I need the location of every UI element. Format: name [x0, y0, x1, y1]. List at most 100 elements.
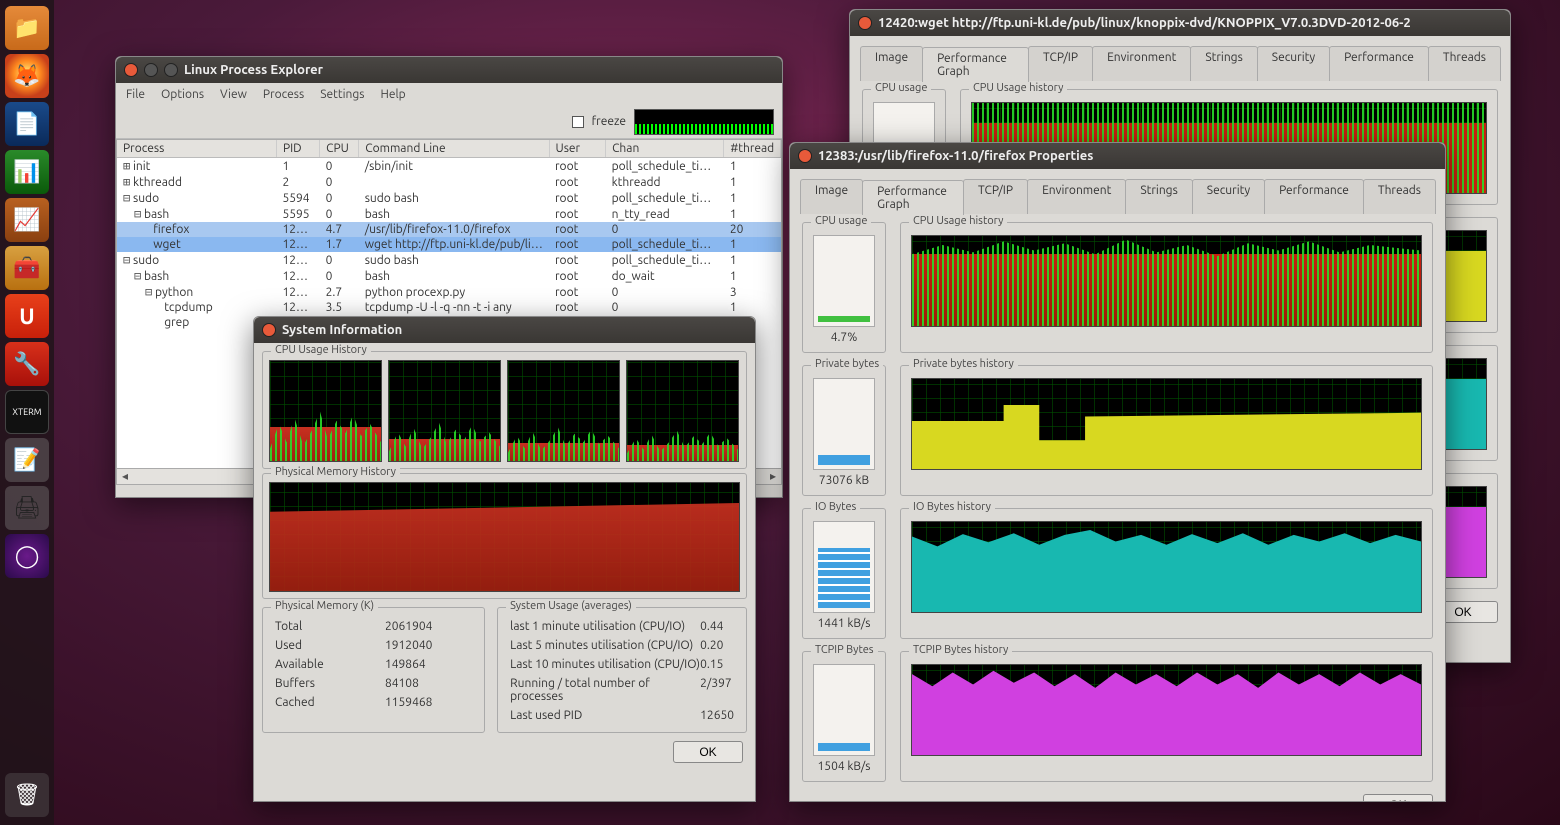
si-titlebar[interactable]: System Information [254, 317, 755, 343]
col-pid[interactable]: PID [276, 140, 319, 158]
tab-image[interactable]: Image [860, 46, 923, 81]
cpu-core0-graph [269, 360, 382, 462]
close-icon[interactable] [262, 323, 276, 337]
col-thread[interactable]: #thread [724, 140, 781, 158]
mem-key: Buffers [275, 677, 385, 690]
launcher-calc-icon[interactable]: 📊 [5, 150, 49, 194]
tab-threads[interactable]: Threads [1428, 46, 1501, 81]
pp1-tabs: Image Performance Graph TCP/IP Environme… [794, 173, 1441, 214]
wget-titlebar[interactable]: 12420:wget http://ftp.uni-kl.de/pub/linu… [850, 10, 1510, 36]
pp1-titlebar[interactable]: 12383:/usr/lib/firefox-11.0/firefox Prop… [790, 143, 1445, 169]
pe-titlebar[interactable]: Linux Process Explorer [116, 57, 782, 83]
launcher-trash-icon[interactable]: 🗑 [5, 773, 49, 817]
group-label: Physical Memory (K) [271, 600, 378, 612]
col-user[interactable]: User [549, 140, 606, 158]
tcpip-bytes-gauge: TCPIP Bytes1504 kB/s [802, 651, 886, 782]
tab-image[interactable]: Image [800, 179, 863, 214]
gauge-value: 4.7% [809, 331, 879, 346]
hist-label: IO Bytes history [909, 501, 995, 513]
group-label: Physical Memory History [271, 466, 400, 478]
sys-key: Last 10 minutes utilisation (CPU/IO) [510, 658, 700, 671]
sys-key: Running / total number of processes [510, 677, 700, 703]
col-process[interactable]: Process [117, 140, 276, 158]
minimize-icon[interactable] [144, 63, 158, 77]
tab-performance[interactable]: Performance [1264, 179, 1364, 214]
pe-menubar: File Options View Process Settings Help [116, 83, 782, 105]
tab-environment[interactable]: Environment [1092, 46, 1191, 81]
process-row[interactable]: ⊟ sudo124940sudo bashrootpoll_schedule_t… [117, 252, 781, 268]
window-title: System Information [282, 323, 402, 337]
process-row[interactable]: ⊞ kthreadd20rootkthreadd1 [117, 174, 781, 190]
mem-key: Total [275, 620, 385, 633]
tab-performance-graph[interactable]: Performance Graph [862, 180, 964, 215]
launcher-xterm-icon[interactable]: XTERM [5, 390, 49, 434]
tab-security[interactable]: Security [1257, 46, 1330, 81]
cpu-history-group: CPU Usage History [262, 351, 747, 469]
mem-history-group: Physical Memory History [262, 473, 747, 599]
tcpip-bytes-history: TCPIP Bytes history [900, 651, 1433, 782]
launcher-settings-icon[interactable]: 🔧 [5, 342, 49, 386]
launcher-impress-icon[interactable]: 📈 [5, 198, 49, 242]
launcher-writer-icon[interactable]: 📄 [5, 102, 49, 146]
tab-tcpip[interactable]: TCP/IP [963, 179, 1028, 214]
col-commandline[interactable]: Command Line [359, 140, 549, 158]
tab-strings[interactable]: Strings [1125, 179, 1192, 214]
tab-threads[interactable]: Threads [1363, 179, 1436, 214]
io-bytes-gauge: IO Bytes1441 kB/s [802, 508, 886, 639]
launcher-files-icon[interactable]: 📁 [5, 6, 49, 50]
launcher-firefox-icon[interactable]: 🦊 [5, 54, 49, 98]
launcher-software-icon[interactable]: 🧰 [5, 246, 49, 290]
launcher-print-icon[interactable]: 🖨 [5, 486, 49, 530]
menu-help[interactable]: Help [380, 88, 405, 101]
launcher-text-icon[interactable]: 📝 [5, 438, 49, 482]
ok-button[interactable]: OK [1363, 794, 1433, 801]
system-info-window: System Information CPU Usage History Phy… [253, 316, 756, 802]
launcher-eclipse-icon[interactable]: ◯ [5, 534, 49, 578]
scroll-right-icon[interactable]: ▸ [765, 469, 781, 484]
menu-view[interactable]: View [220, 88, 247, 101]
process-row[interactable]: wget124201.7wget http://ftp.uni-kl.de/pu… [117, 237, 781, 252]
menu-file[interactable]: File [126, 88, 145, 101]
gauge-label: Private bytes [811, 358, 883, 370]
tab-tcpip[interactable]: TCP/IP [1028, 46, 1093, 81]
process-row[interactable]: ⊞ init10/sbin/initrootpoll_schedule_time… [117, 158, 781, 175]
mem-history-graph [269, 482, 740, 592]
process-row[interactable]: ⊟ sudo55940sudo bashrootpoll_schedule_ti… [117, 190, 781, 206]
window-title: 12420:wget http://ftp.uni-kl.de/pub/linu… [878, 16, 1411, 30]
group-label: System Usage (averages) [506, 600, 636, 612]
close-icon[interactable] [124, 63, 138, 77]
process-row[interactable]: ⊟ bash55950bashrootn_tty_read1 [117, 206, 781, 222]
tab-performance-graph[interactable]: Performance Graph [922, 47, 1029, 82]
scroll-left-icon[interactable]: ◂ [117, 469, 133, 484]
mem-key: Cached [275, 696, 385, 709]
process-row[interactable]: firefox123834.7/usr/lib/firefox-11.0/fir… [117, 222, 781, 237]
gauge-value: 1441 kB/s [809, 617, 879, 632]
ok-button[interactable]: OK [673, 741, 743, 763]
freeze-checkbox[interactable] [572, 116, 584, 128]
process-row[interactable]: ⊟ bash124950bashrootdo_wait1 [117, 268, 781, 284]
mem-val: 1912040 [385, 639, 472, 652]
mem-val: 84108 [385, 677, 472, 690]
process-row[interactable]: ⊟ python125742.7python procexp.pyroot03 [117, 284, 781, 300]
pe-toolbar: freeze [116, 105, 782, 139]
menu-process[interactable]: Process [263, 88, 304, 101]
col-chan[interactable]: Chan [606, 140, 724, 158]
wget-tabs: Image Performance Graph TCP/IP Environme… [854, 40, 1506, 81]
close-icon[interactable] [798, 149, 812, 163]
close-icon[interactable] [858, 16, 872, 30]
menu-options[interactable]: Options [161, 88, 204, 101]
window-title: Linux Process Explorer [184, 63, 323, 77]
tab-environment[interactable]: Environment [1027, 179, 1126, 214]
menu-settings[interactable]: Settings [320, 88, 364, 101]
mem-val: 1159468 [385, 696, 472, 709]
tab-performance[interactable]: Performance [1329, 46, 1429, 81]
cpu-gauge: CPU usage4.7% [802, 222, 886, 353]
process-row[interactable]: tcpdump125773.5tcpdump -U -l -q -nn -t -… [117, 300, 781, 315]
launcher-ubuntu-icon[interactable]: U [5, 294, 49, 338]
sys-val: 2/397 [700, 677, 734, 703]
tab-security[interactable]: Security [1192, 179, 1265, 214]
gauge-value: 73076 kB [809, 474, 879, 489]
col-cpu[interactable]: CPU [320, 140, 359, 158]
maximize-icon[interactable] [164, 63, 178, 77]
tab-strings[interactable]: Strings [1190, 46, 1257, 81]
